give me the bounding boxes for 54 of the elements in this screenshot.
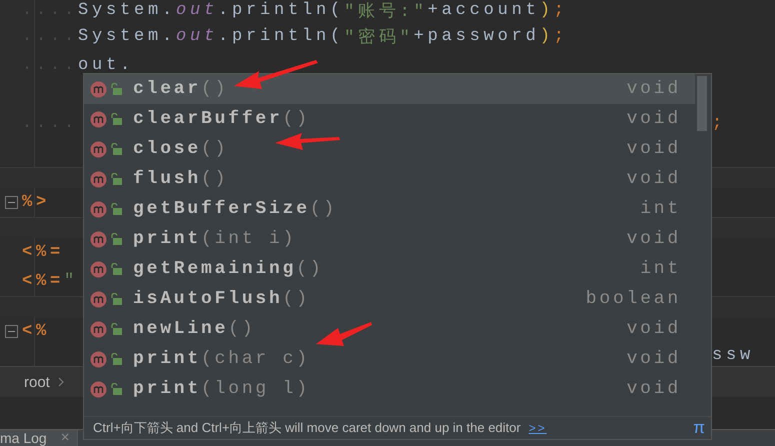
code-line: %> — [22, 193, 50, 212]
tool-tab[interactable]: ma Log × — [0, 430, 78, 446]
lock-icon — [110, 293, 122, 305]
completion-item[interactable]: newLine() void — [84, 314, 695, 344]
method-icon — [90, 350, 107, 368]
method-icon — [90, 170, 107, 188]
annotation-arrow — [275, 133, 340, 150]
lock-icon — [110, 233, 122, 245]
method-icon — [90, 380, 107, 398]
method-icon — [90, 260, 107, 278]
code-line: ....out. — [22, 56, 134, 75]
hint-text: Ctrl+向下箭头 and Ctrl+向上箭头 will move caret down and up in the editor — [93, 419, 521, 437]
fold-icon[interactable] — [5, 325, 18, 338]
completion-item[interactable]: clear() void — [84, 74, 695, 104]
code-line: <% — [22, 322, 50, 341]
completion-item[interactable]: print(char c) void — [84, 344, 695, 374]
breadcrumb-item[interactable]: root — [24, 374, 50, 390]
completion-item[interactable]: getRemaining() int — [84, 254, 695, 284]
lock-icon — [110, 113, 122, 125]
lock-icon — [110, 83, 122, 95]
lock-icon — [110, 323, 122, 335]
code-line: ....System.out.println("密码"+password); — [22, 26, 568, 48]
fold-icon[interactable] — [5, 196, 18, 209]
more-link[interactable]: >> — [528, 421, 547, 435]
completion-item[interactable]: clearBuffer() void — [84, 104, 695, 134]
code-line: .... — [22, 114, 78, 133]
lock-icon — [110, 143, 122, 155]
code-line: <%=" — [22, 272, 78, 291]
lock-icon — [110, 353, 122, 365]
method-icon — [90, 230, 107, 248]
method-icon — [90, 80, 107, 98]
code-line: <%= — [22, 243, 64, 262]
chevron-icon — [58, 377, 64, 387]
completion-item[interactable]: getBufferSize() int — [84, 194, 695, 224]
method-icon — [90, 110, 107, 128]
code-line: ....System.out.println("账号:"+account); — [22, 0, 568, 22]
code-fragment: ; — [712, 114, 726, 133]
method-icon — [90, 290, 107, 308]
lock-icon — [110, 203, 122, 215]
method-icon — [90, 200, 107, 218]
pi-button[interactable]: π — [693, 418, 705, 438]
method-icon — [90, 140, 107, 158]
scrollbar-thumb[interactable] — [697, 76, 707, 131]
code-fragment: ssw — [712, 346, 754, 365]
lock-icon — [110, 263, 122, 275]
lock-icon — [110, 173, 122, 185]
completion-item[interactable]: print(int i) void — [84, 224, 695, 254]
completion-item[interactable]: print(long l) void — [84, 374, 695, 404]
annotation-arrow — [316, 322, 372, 346]
lock-icon — [110, 383, 122, 395]
completion-item[interactable]: flush() void — [84, 164, 695, 194]
completion-item[interactable]: isAutoFlush() boolean — [84, 284, 695, 314]
method-icon — [90, 320, 107, 338]
completion-item[interactable]: close() void — [84, 134, 695, 164]
